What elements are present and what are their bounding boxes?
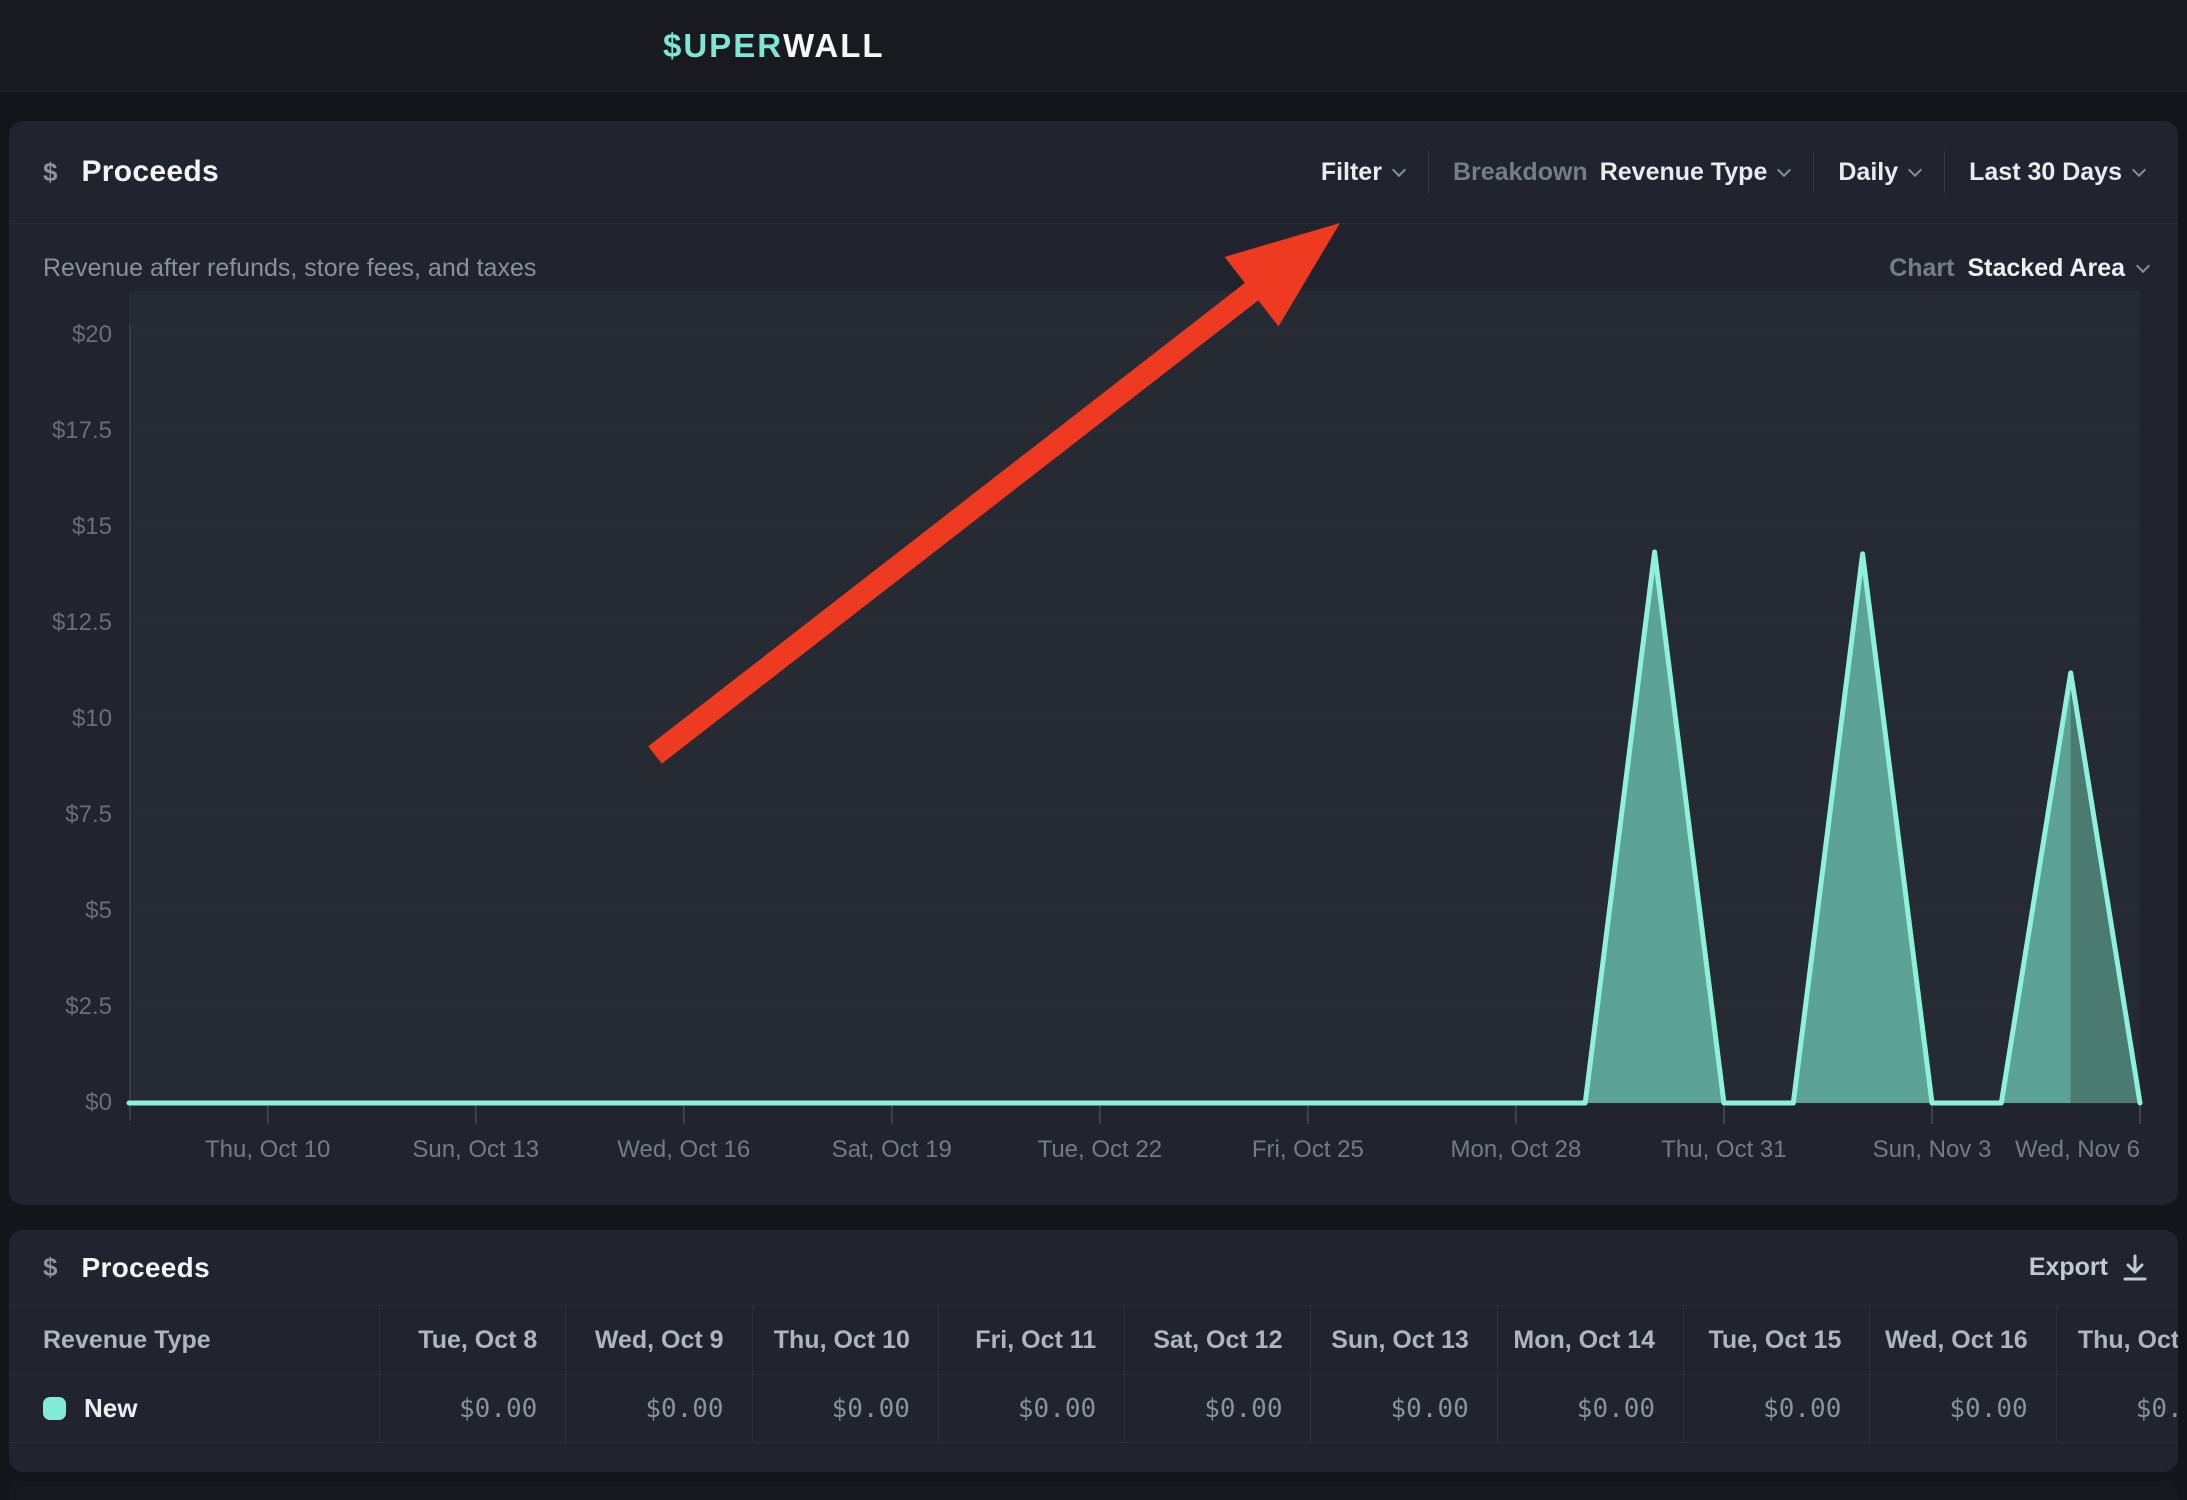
table-value-cell: $0.00 [1124,1375,1310,1443]
table-header-date: Thu, Oct 10 [752,1305,938,1375]
table-header-date: Tue, Oct 15 [1683,1305,1869,1375]
y-axis-label: $7.5 [9,800,112,830]
table-header-date: Wed, Oct 16 [1869,1305,2055,1375]
table-header-date: Tue, Oct 8 [379,1305,565,1375]
top-bar: $UPERWALL [0,0,2187,92]
dashboard-screen: $UPERWALL $ Proceeds Filter Breakdown Re… [0,0,2187,1500]
y-axis-label: $10 [9,704,112,734]
y-axis-label: $15 [9,512,112,542]
table-header-revenue-type: Revenue Type [9,1305,379,1375]
table-row-label-cell: New [9,1375,379,1443]
x-axis-label: Wed, Oct 16 [617,1133,750,1167]
proceeds-area-chart [9,121,2178,1205]
table-header-date: Sat, Oct 12 [1124,1305,1310,1375]
x-axis-label: Sun, Nov 3 [1873,1133,1992,1167]
table-value-cell: $0.00 [1683,1375,1869,1443]
table-value-cell: $0.00 [752,1375,938,1443]
export-button[interactable]: Export [2029,1253,2148,1282]
superwall-logo: $UPERWALL [663,0,885,92]
logo-prefix: $UPER [663,27,783,65]
proceeds-chart-card: $ Proceeds Filter Breakdown Revenue Type… [9,121,2178,1205]
table-value-cell: $0.00 [2056,1375,2178,1443]
x-axis-label: Sat, Oct 19 [832,1133,952,1167]
y-axis-label: $17.5 [9,416,112,446]
table-value-cell: $0.00 [379,1375,565,1443]
proceeds-table: Revenue TypeTue, Oct 8Wed, Oct 9Thu, Oct… [9,1305,2178,1443]
logo-suffix: WALL [783,27,884,65]
download-icon [2122,1254,2148,1282]
proceeds-table-card: $ Proceeds Export Revenue TypeTue, Oct 8… [9,1230,2178,1472]
table-header-date: Wed, Oct 9 [565,1305,751,1375]
table-card-title: Proceeds [81,1252,209,1284]
table-value-cell: $0.00 [938,1375,1124,1443]
series-swatch [43,1397,66,1420]
y-axis-label: $5 [9,896,112,926]
x-axis-label: Mon, Oct 28 [1451,1133,1582,1167]
x-axis-label: Wed, Nov 6 [2015,1133,2140,1167]
y-axis-label: $2.5 [9,992,112,1022]
x-axis-label: Sun, Oct 13 [412,1133,539,1167]
table-value-cell: $0.00 [1497,1375,1683,1443]
x-axis-label: Thu, Oct 31 [1661,1133,1786,1167]
x-axis-label: Thu, Oct 10 [205,1133,330,1167]
y-axis-label: $20 [9,320,112,350]
x-axis-label: Fri, Oct 25 [1252,1133,1364,1167]
table-header-date: Sun, Oct 13 [1310,1305,1496,1375]
table-header-date: Fri, Oct 11 [938,1305,1124,1375]
table-value-cell: $0.00 [1869,1375,2055,1443]
next-card-partial [9,1481,2178,1500]
table-header-date: Mon, Oct 14 [1497,1305,1683,1375]
dollar-icon: $ [43,1252,57,1283]
x-axis-label: Tue, Oct 22 [1038,1133,1163,1167]
export-label: Export [2029,1253,2108,1282]
table-card-header: $ Proceeds Export [9,1230,2178,1305]
y-axis-label: $0 [9,1088,112,1118]
series-name: New [84,1393,137,1424]
table-card-title-group: $ Proceeds [43,1252,210,1284]
table-header-date: Thu, Oct 17 [2056,1305,2178,1375]
table-value-cell: $0.00 [565,1375,751,1443]
table-value-cell: $0.00 [1310,1375,1496,1443]
y-axis-label: $12.5 [9,608,112,638]
